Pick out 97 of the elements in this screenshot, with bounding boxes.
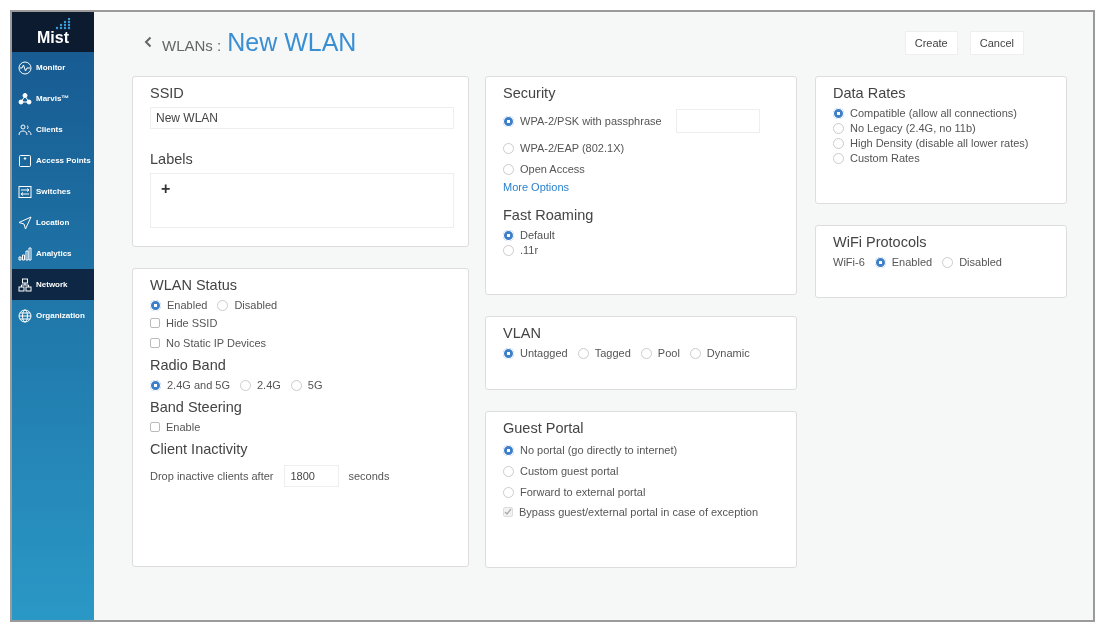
radio-button[interactable] [503, 465, 514, 477]
field-label: Drop inactive clients after [150, 470, 274, 482]
radio-button[interactable] [240, 379, 251, 391]
radio-label[interactable]: Default [520, 229, 555, 241]
section-heading: Data Rates [833, 85, 907, 101]
pointer-arrow-icon [18, 215, 32, 230]
header-button[interactable]: Create [904, 31, 958, 55]
radio-button[interactable] [290, 379, 302, 391]
radio-label[interactable]: Disabled [959, 256, 1002, 268]
radio-label[interactable]: Custom guest portal [520, 465, 619, 477]
nav-item[interactable]: Organization [12, 300, 94, 331]
radio-label[interactable]: Pool [657, 347, 680, 359]
radio-button[interactable] [503, 486, 514, 498]
radio-label[interactable]: Tagged [594, 347, 631, 359]
radio-button[interactable] [503, 444, 514, 456]
back-chevron-icon[interactable] [144, 36, 152, 48]
network-nodes-icon [18, 91, 32, 106]
section-heading: Fast Roaming [503, 207, 595, 223]
radio-label[interactable]: No portal (go directly to internet) [520, 444, 678, 456]
bar-chart-icon [18, 246, 32, 261]
checkbox-label[interactable]: No Static IP Devices [166, 337, 267, 349]
checkbox-label[interactable]: Enable [166, 421, 201, 433]
radio-label[interactable]: Untagged [520, 347, 568, 359]
radio-label[interactable]: 2.4G [257, 379, 281, 391]
radio-button[interactable] [833, 137, 844, 149]
radio-label[interactable]: WPA-2/EAP (802.1X) [520, 142, 625, 154]
checkbox-label[interactable]: Hide SSID [166, 317, 218, 329]
section-heading: Security [503, 85, 557, 101]
radio-button[interactable] [150, 379, 161, 391]
header-button[interactable]: Cancel [969, 31, 1024, 55]
nav-item[interactable]: Marvis™ [12, 83, 94, 114]
radio-button[interactable] [640, 347, 652, 359]
ssid-field[interactable]: New WLAN [150, 107, 454, 129]
nav-item[interactable]: Access Points [12, 145, 94, 176]
radio-label[interactable]: 2.4G and 5G [167, 379, 230, 391]
radio-button[interactable] [150, 299, 161, 311]
radio-button[interactable] [689, 347, 701, 359]
inactivity-field[interactable]: 1800 [283, 465, 339, 487]
logo-text: Mist [37, 30, 69, 46]
radio-label[interactable]: Custom Rates [850, 152, 920, 164]
nav-item[interactable]: Location [12, 207, 94, 238]
section-heading: VLAN [503, 325, 542, 341]
hierarchy-icon [18, 277, 32, 292]
section-heading: WiFi Protocols [833, 234, 928, 250]
section-heading: WLAN Status [150, 277, 239, 293]
radio-label[interactable]: Dynamic [706, 347, 750, 359]
radio-label[interactable]: No Legacy (2.4G, no 11b) [850, 122, 976, 134]
radio-button[interactable] [503, 163, 514, 175]
checkbox[interactable] [150, 318, 160, 328]
radio-label[interactable]: Compatible (allow all connections) [850, 107, 1017, 119]
more-options-link[interactable]: More Options [503, 181, 782, 193]
radio-label[interactable]: High Density (disable all lower rates) [850, 137, 1029, 149]
radio-button[interactable] [833, 107, 844, 119]
nav-item[interactable]: Analytics [12, 238, 94, 269]
globe-icon [18, 308, 32, 323]
section-heading: Radio Band [150, 357, 227, 373]
checkbox[interactable] [150, 422, 160, 432]
radio-button[interactable] [833, 152, 844, 164]
people-icon [18, 122, 32, 137]
radio-label[interactable]: Enabled [167, 299, 208, 311]
radio-button[interactable] [503, 347, 514, 359]
pulse-icon [18, 60, 32, 75]
section-heading: Guest Portal [503, 420, 585, 436]
breadcrumb-link[interactable]: WLANs : [162, 36, 222, 54]
section-heading: Band Steering [150, 399, 243, 415]
radio-label[interactable]: 5G [307, 379, 323, 391]
radio-button[interactable] [503, 244, 514, 256]
radio-button[interactable] [503, 115, 514, 127]
radio-button[interactable] [942, 256, 954, 268]
nav-item[interactable]: Switches [12, 176, 94, 207]
checkbox[interactable] [150, 338, 160, 348]
radio-button[interactable] [217, 299, 229, 311]
radio-button[interactable] [833, 122, 844, 134]
section-heading: SSID [150, 85, 185, 101]
section-heading: Client Inactivity [150, 441, 249, 457]
radio-button[interactable] [503, 229, 514, 241]
nav-item[interactable]: Network [12, 269, 94, 300]
radio-label[interactable]: Open Access [520, 163, 585, 175]
arrows-box-icon [18, 184, 32, 199]
logo[interactable]: Mist [12, 12, 94, 52]
section-heading: Labels [150, 151, 194, 167]
add-label-button[interactable]: + [161, 180, 171, 197]
radio-label[interactable]: Enabled [891, 256, 933, 268]
page-title: New WLAN [227, 27, 357, 57]
nav-item[interactable]: Monitor [12, 52, 94, 83]
radio-button[interactable] [503, 142, 514, 154]
nav-item[interactable]: Clients [12, 114, 94, 145]
unit-label: seconds [348, 470, 390, 482]
radio-button[interactable] [874, 256, 886, 268]
check-icon [504, 508, 512, 516]
radio-label[interactable]: Forward to external portal [520, 486, 646, 498]
option-label: WiFi-6 [833, 256, 865, 268]
radio-label[interactable]: Disabled [234, 299, 278, 311]
labels-field[interactable]: + [150, 173, 454, 228]
radio-label[interactable]: WPA-2/PSK with passphrase [520, 115, 662, 127]
radio-label[interactable]: .11r [520, 244, 539, 256]
radio-button[interactable] [577, 347, 589, 359]
